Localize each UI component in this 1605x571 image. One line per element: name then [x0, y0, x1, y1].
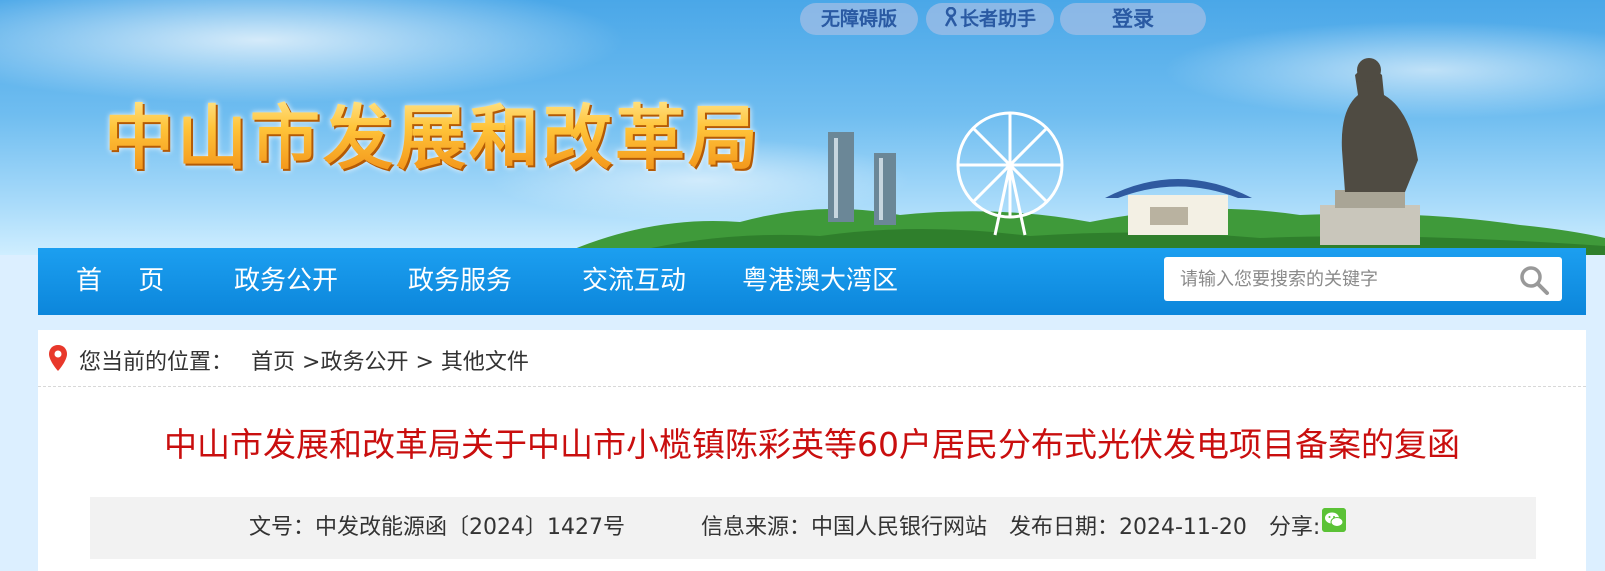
article-meta-bar: 文号：中发改能源函〔2024〕1427号 信息来源：中国人民银行网站 发布日期：20…: [90, 497, 1536, 559]
content-area: 您当前的位置： 首页 >政务公开 > 其他文件 中山市发展和改革局关于中山市小榄镇…: [38, 330, 1586, 571]
doc-number: 文号：中发改能源函〔2024〕1427号: [249, 515, 625, 540]
login-button[interactable]: 登录: [1060, 3, 1206, 35]
wechat-icon[interactable]: [1322, 508, 1347, 532]
breadcrumb: 您当前的位置： 首页 >政务公开 > 其他文件: [38, 330, 1586, 387]
nav-interaction[interactable]: 交流互动: [582, 248, 686, 315]
info-source: 信息来源：中国人民银行网站: [700, 515, 987, 540]
breadcrumb-government-affairs[interactable]: >政务公开: [302, 350, 408, 375]
accessibility-button[interactable]: 无障碍版: [800, 3, 918, 35]
nav-government-services[interactable]: 政务服务: [408, 248, 512, 315]
nav-government-affairs[interactable]: 政务公开: [234, 248, 338, 315]
nav-home[interactable]: 首 页: [76, 248, 178, 315]
elder-assistant-label: 长者助手: [959, 8, 1036, 30]
elder-person-icon: [944, 7, 958, 27]
site-title: 中山市发展和改革局: [104, 82, 761, 183]
location-pin-icon: [49, 345, 67, 371]
breadcrumb-home[interactable]: 首页: [251, 350, 295, 375]
article-title: 中山市发展和改革局关于中山市小榄镇陈彩英等60户居民分布式光伏发电项目备案的复函: [164, 425, 1460, 464]
header-banner: 中山市发展和改革局 无障碍版 长者助手 登录: [0, 0, 1605, 255]
search-icon[interactable]: [1518, 264, 1550, 296]
share-label: 分享:: [1268, 515, 1321, 540]
breadcrumb-prefix: 您当前的位置：: [79, 350, 234, 375]
main-nav: 首 页 政务公开 政务服务 交流互动 粤港澳大湾区: [38, 248, 1586, 315]
search-box: [1164, 257, 1562, 301]
breadcrumb-other-documents[interactable]: > 其他文件: [415, 350, 528, 375]
publish-date: 发布日期：2024-11-20: [1009, 515, 1247, 540]
nav-greater-bay-area[interactable]: 粤港澳大湾区: [742, 248, 898, 315]
search-input[interactable]: [1164, 257, 1510, 301]
elder-assistant-button[interactable]: 长者助手: [926, 3, 1054, 35]
